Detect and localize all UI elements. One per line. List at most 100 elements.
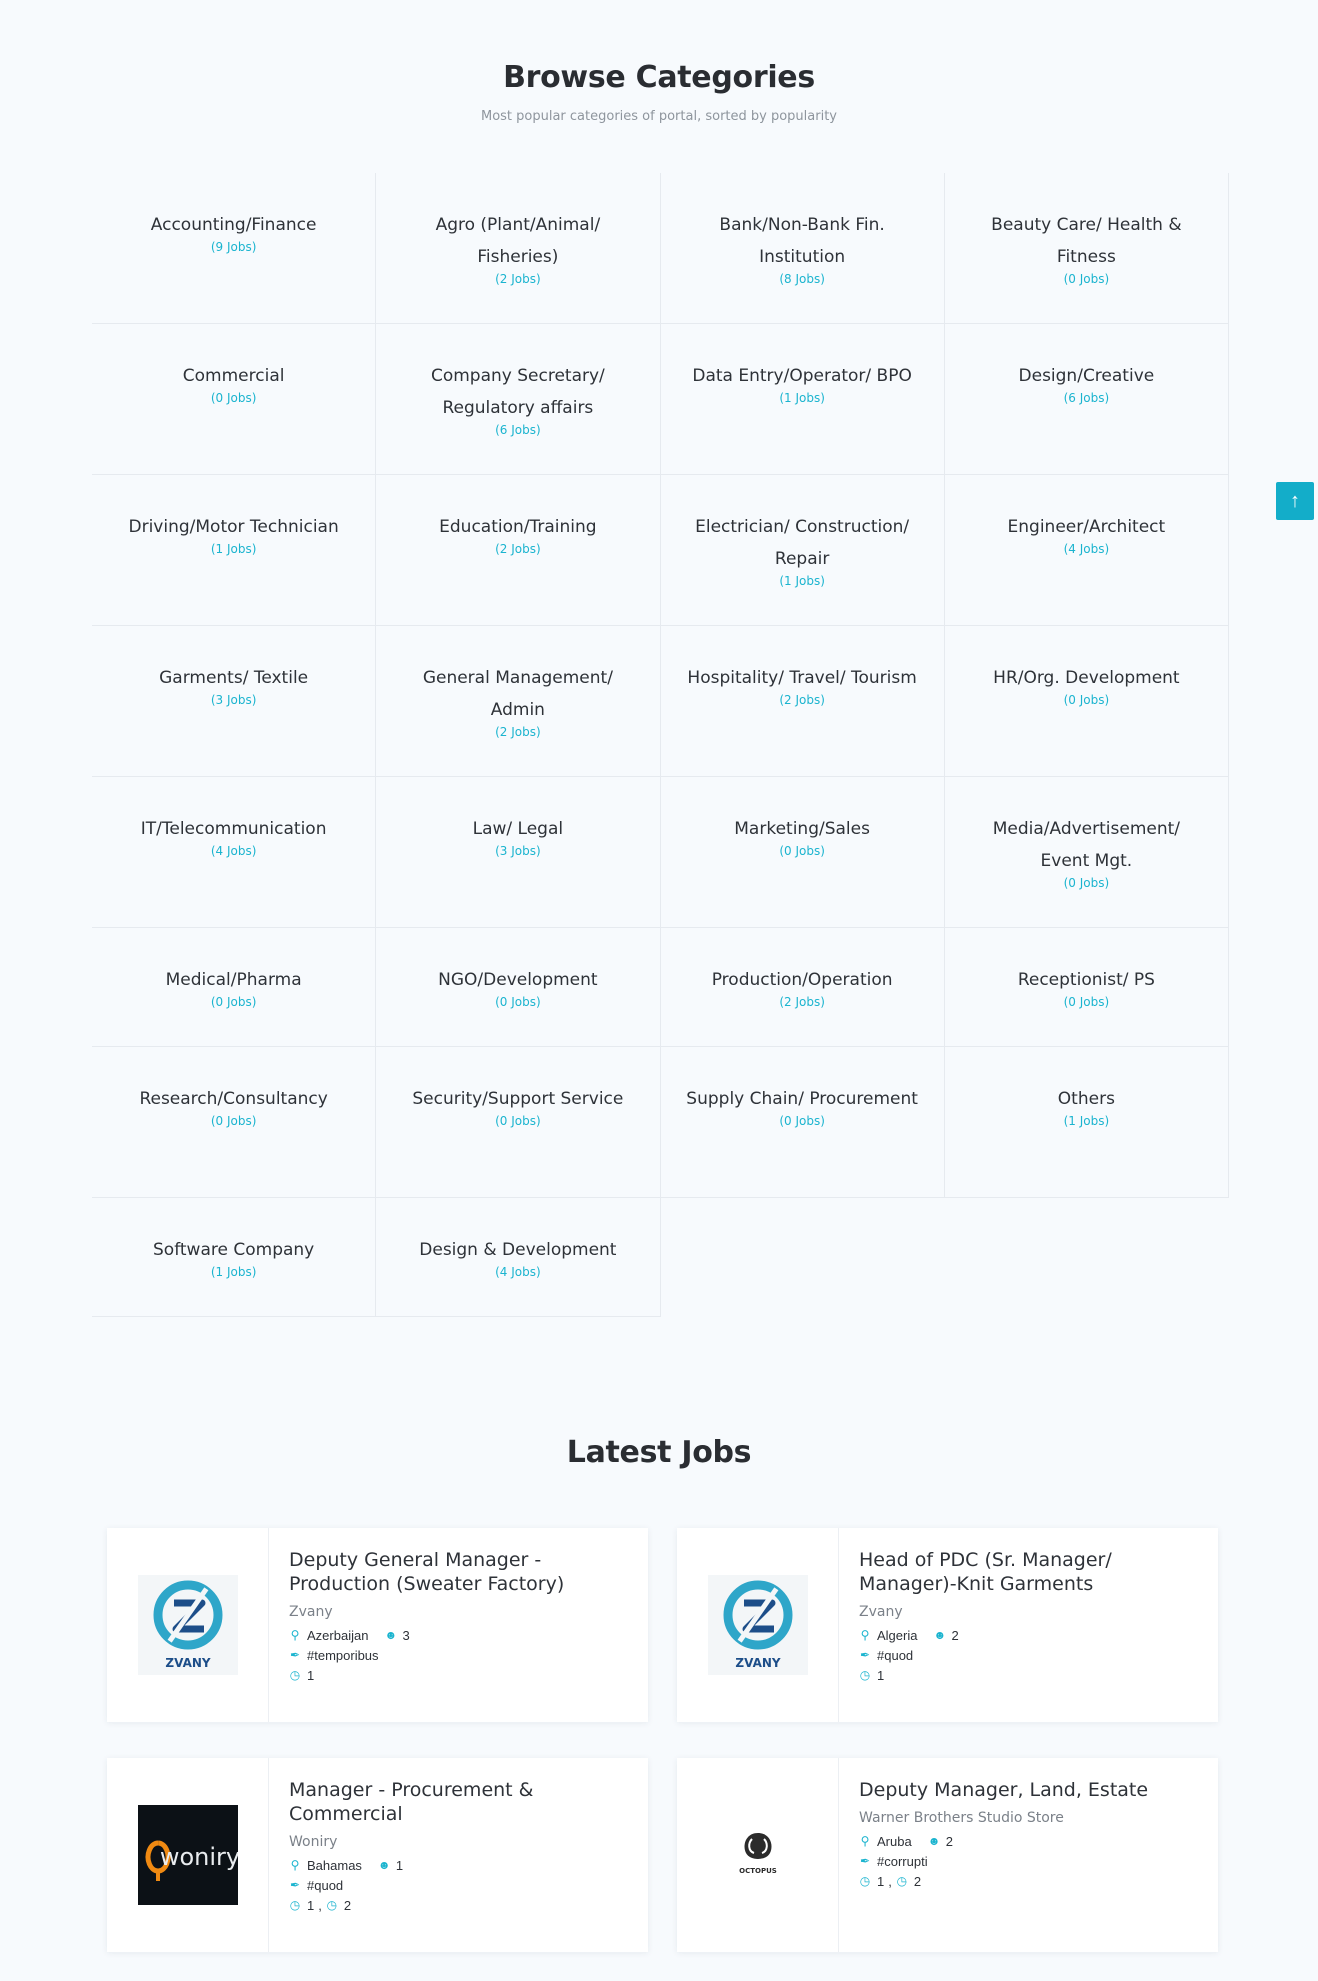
- category-name[interactable]: Law/ Legal: [400, 813, 635, 845]
- category-name[interactable]: Supply Chain/ Procurement: [685, 1083, 920, 1115]
- category-card[interactable]: Research/Consultancy (0 Jobs): [92, 1047, 377, 1198]
- job-location-line: ⚲ Bahamas ☻ 1: [289, 1858, 630, 1873]
- category-name[interactable]: HR/Org. Development: [969, 662, 1204, 694]
- category-card[interactable]: Design & Development (4 Jobs): [376, 1198, 661, 1317]
- category-name[interactable]: Driving/Motor Technician: [116, 511, 351, 543]
- job-tag[interactable]: #temporibus: [307, 1648, 379, 1663]
- category-card[interactable]: Education/Training (2 Jobs): [376, 475, 661, 626]
- tag-icon: ✒: [859, 1648, 871, 1662]
- category-job-count: (0 Jobs): [1063, 995, 1110, 1009]
- company-logo[interactable]: ZVANY: [107, 1528, 269, 1722]
- category-card[interactable]: Agro (Plant/Animal/ Fisheries) (2 Jobs): [376, 173, 661, 324]
- job-title[interactable]: Deputy General Manager - Production (Swe…: [289, 1548, 630, 1596]
- arrow-up-icon: ↑: [1290, 489, 1300, 512]
- category-card[interactable]: Design/Creative (6 Jobs): [944, 324, 1229, 475]
- category-name[interactable]: Research/Consultancy: [116, 1083, 351, 1115]
- user-icon: ☻: [933, 1628, 947, 1642]
- category-job-count: (1 Jobs): [779, 574, 825, 588]
- job-tag[interactable]: #corrupti: [877, 1854, 928, 1869]
- category-card[interactable]: Supply Chain/ Procurement (0 Jobs): [660, 1047, 945, 1198]
- category-name[interactable]: NGO/Development: [400, 964, 635, 996]
- job-time-value: 1: [877, 1873, 885, 1889]
- category-card[interactable]: Law/ Legal (3 Jobs): [376, 777, 661, 928]
- category-job-count: (0 Jobs): [210, 995, 257, 1009]
- category-name[interactable]: Garments/ Textile: [116, 662, 351, 694]
- category-name[interactable]: Design & Development: [400, 1234, 635, 1266]
- category-card[interactable]: IT/Telecommunication (4 Jobs): [92, 777, 377, 928]
- category-card[interactable]: Hospitality/ Travel/ Tourism (2 Jobs): [660, 626, 945, 777]
- category-card[interactable]: Data Entry/Operator/ BPO (1 Jobs): [660, 324, 945, 475]
- job-time-value: 2: [343, 1897, 352, 1913]
- job-title[interactable]: Deputy Manager, Land, Estate: [859, 1778, 1200, 1802]
- job-tag[interactable]: #quod: [307, 1878, 343, 1893]
- category-name[interactable]: IT/Telecommunication: [116, 813, 351, 845]
- category-name[interactable]: Medical/Pharma: [116, 964, 351, 996]
- category-card[interactable]: Security/Support Service (0 Jobs): [376, 1047, 661, 1198]
- category-name[interactable]: Data Entry/Operator/ BPO: [685, 360, 920, 392]
- category-job-count: (0 Jobs): [495, 1114, 541, 1128]
- category-name[interactable]: Bank/Non-Bank Fin. Institution: [685, 209, 920, 273]
- category-name[interactable]: Others: [969, 1083, 1204, 1115]
- category-name[interactable]: Company Secretary/ Regulatory affairs: [400, 360, 635, 424]
- category-name[interactable]: Security/Support Service: [400, 1083, 635, 1115]
- category-card[interactable]: Commercial (0 Jobs): [92, 324, 377, 475]
- category-name[interactable]: Media/Advertisement/ Event Mgt.: [969, 813, 1204, 877]
- category-name[interactable]: Receptionist/ PS: [969, 964, 1204, 996]
- category-card[interactable]: Bank/Non-Bank Fin. Institution (8 Jobs): [660, 173, 945, 324]
- job-card[interactable]: OCTOPUS Deputy Manager, Land, Estate Warne…: [677, 1758, 1218, 1952]
- category-card[interactable]: General Management/ Admin (2 Jobs): [376, 626, 661, 777]
- category-card[interactable]: Company Secretary/ Regulatory affairs (6 …: [376, 324, 661, 475]
- zvany-logo-graphic: ZVANY: [707, 1575, 808, 1675]
- category-job-count: (4 Jobs): [210, 844, 257, 858]
- job-card[interactable]: ZVANY Deputy General Manager - Production…: [107, 1528, 648, 1722]
- category-card[interactable]: Beauty Care/ Health & Fitness (0 Jobs): [944, 173, 1229, 324]
- category-name[interactable]: Design/Creative: [969, 360, 1204, 392]
- category-card[interactable]: Production/Operation (2 Jobs): [660, 928, 945, 1047]
- category-card[interactable]: Medical/Pharma (0 Jobs): [92, 928, 377, 1047]
- time-separator: ,: [888, 1873, 892, 1889]
- category-card[interactable]: Garments/ Textile (3 Jobs): [92, 626, 377, 777]
- category-card[interactable]: Electrician/ Construction/ Repair (1 Jobs…: [660, 475, 945, 626]
- category-name[interactable]: Beauty Care/ Health & Fitness: [969, 209, 1204, 273]
- category-card[interactable]: Media/Advertisement/ Event Mgt. (0 Jobs): [944, 777, 1229, 928]
- category-card[interactable]: Receptionist/ PS (0 Jobs): [944, 928, 1229, 1047]
- job-tag[interactable]: #quod: [877, 1648, 913, 1663]
- category-card[interactable]: Driving/Motor Technician (1 Jobs): [92, 475, 377, 626]
- category-card[interactable]: Engineer/Architect (4 Jobs): [944, 475, 1229, 626]
- category-card[interactable]: NGO/Development (0 Jobs): [376, 928, 661, 1047]
- category-job-count: (8 Jobs): [779, 272, 825, 286]
- category-name[interactable]: Agro (Plant/Animal/ Fisheries): [400, 209, 635, 273]
- job-title[interactable]: Manager - Procurement & Commercial: [289, 1778, 630, 1826]
- job-card[interactable]: ZVANY Head of PDC (Sr. Manager/ Manager)-…: [677, 1528, 1218, 1722]
- category-name[interactable]: Education/Training: [400, 511, 635, 543]
- clock-icon: ◷: [326, 1898, 338, 1912]
- svg-text:OCTOPUS: OCTOPUS: [739, 1867, 777, 1875]
- category-name[interactable]: Production/Operation: [685, 964, 920, 996]
- job-info: Manager - Procurement & Commercial Woniry…: [269, 1758, 648, 1952]
- category-name[interactable]: Electrician/ Construction/ Repair: [685, 511, 920, 575]
- time-separator: ,: [318, 1897, 322, 1913]
- category-name[interactable]: Accounting/Finance: [116, 209, 351, 241]
- company-logo[interactable]: woniry: [107, 1758, 269, 1952]
- category-name[interactable]: General Management/ Admin: [400, 662, 635, 726]
- category-job-count: (4 Jobs): [495, 1265, 541, 1279]
- category-job-count: (0 Jobs): [1063, 272, 1110, 286]
- job-card[interactable]: woniry Manager - Procurement & Commercial…: [107, 1758, 648, 1952]
- category-card[interactable]: Software Company (1 Jobs): [92, 1198, 377, 1317]
- category-name[interactable]: Software Company: [116, 1234, 351, 1266]
- category-name[interactable]: Hospitality/ Travel/ Tourism: [685, 662, 920, 694]
- category-card[interactable]: Accounting/Finance (9 Jobs): [92, 173, 377, 324]
- category-job-count: (1 Jobs): [210, 1265, 257, 1279]
- category-name[interactable]: Commercial: [116, 360, 351, 392]
- tag-icon: ✒: [859, 1854, 871, 1868]
- company-logo[interactable]: ZVANY: [677, 1528, 839, 1722]
- job-company: Zvany: [289, 1604, 333, 1620]
- category-card[interactable]: HR/Org. Development (0 Jobs): [944, 626, 1229, 777]
- company-logo[interactable]: OCTOPUS: [677, 1758, 839, 1952]
- category-name[interactable]: Marketing/Sales: [685, 813, 920, 845]
- category-card[interactable]: Others (1 Jobs): [944, 1047, 1229, 1198]
- category-card[interactable]: Marketing/Sales (0 Jobs): [660, 777, 945, 928]
- job-title[interactable]: Head of PDC (Sr. Manager/ Manager)-Knit …: [859, 1548, 1200, 1596]
- scroll-to-top-button[interactable]: ↑: [1276, 482, 1314, 520]
- category-name[interactable]: Engineer/Architect: [969, 511, 1204, 543]
